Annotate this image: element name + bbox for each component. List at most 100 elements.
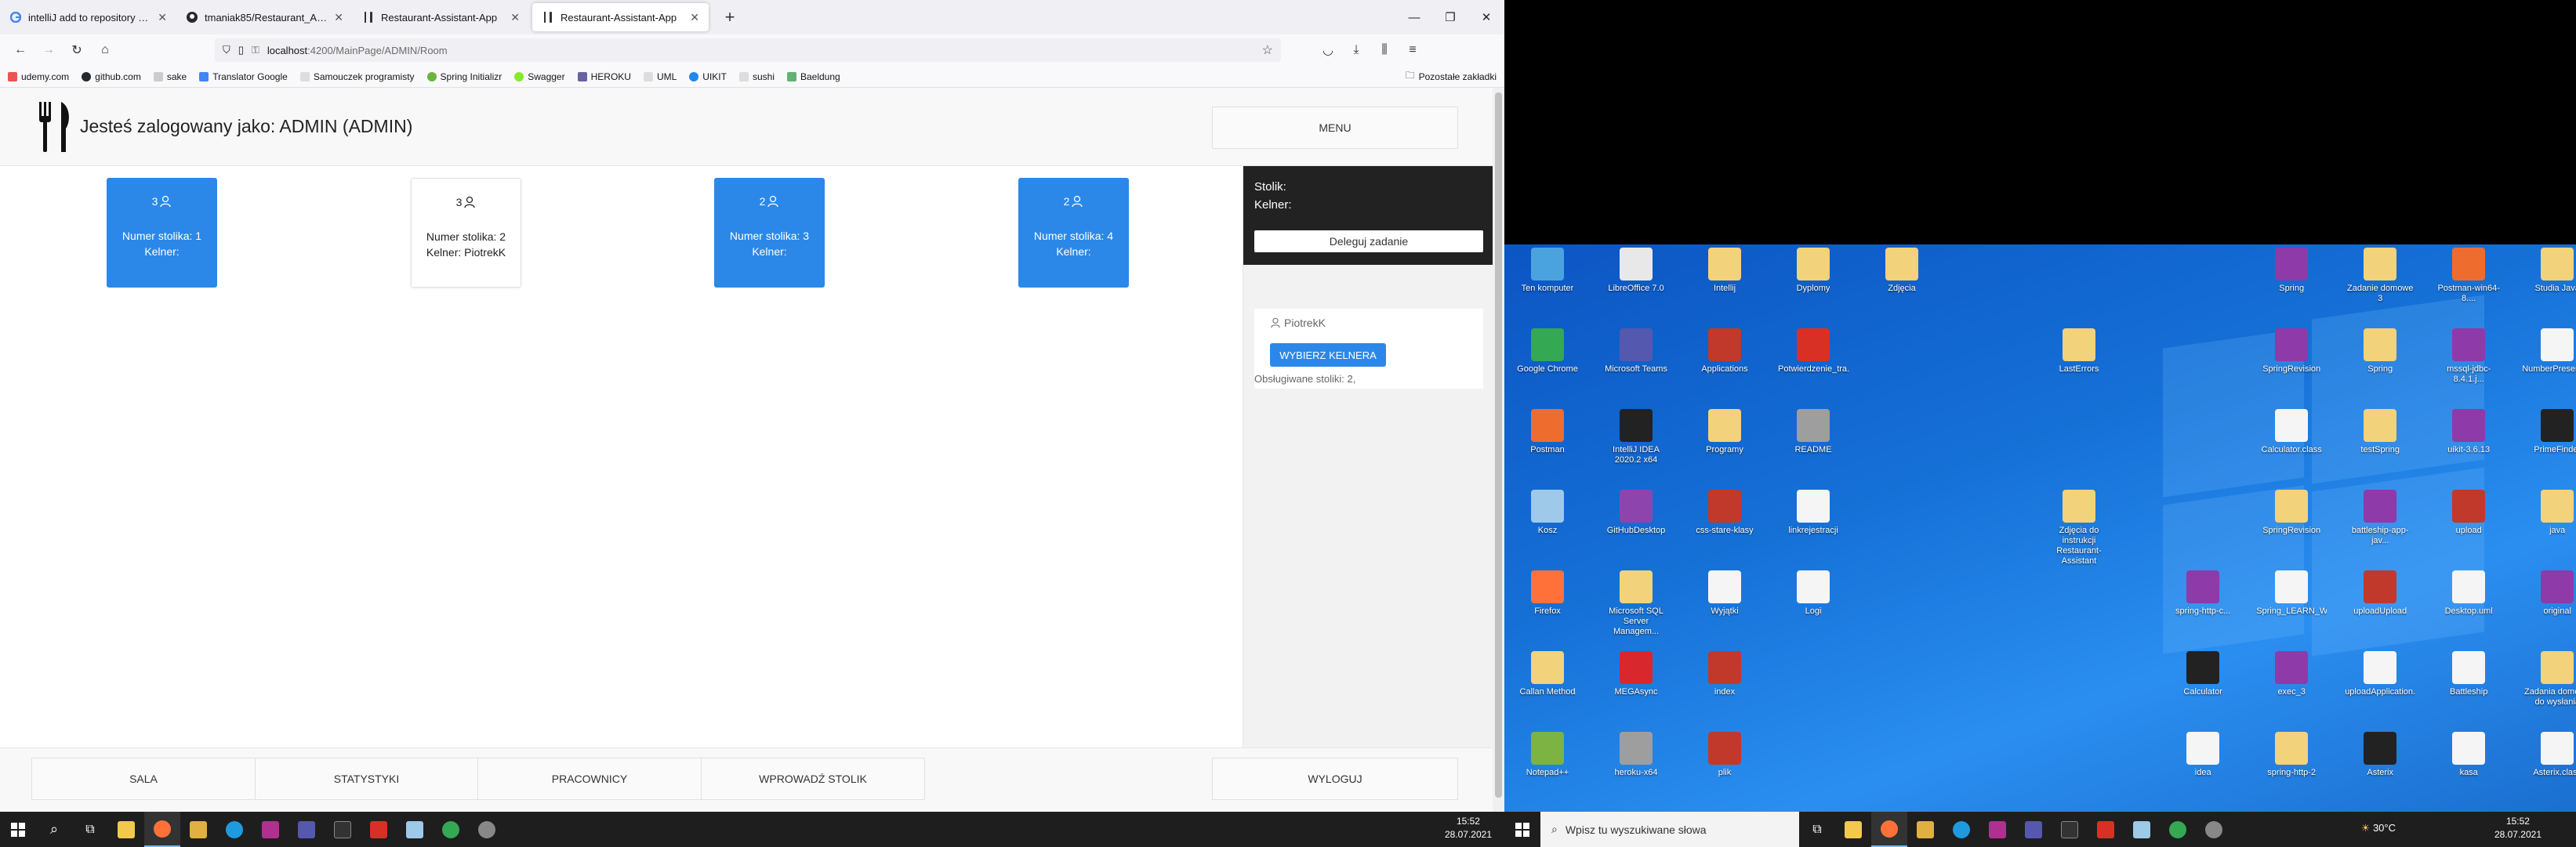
edge-icon[interactable]	[1943, 812, 1979, 847]
desktop-icon[interactable]: Zadania domowe do wysłania	[2522, 651, 2576, 708]
table-card-3[interactable]: 2 Numer stolika: 3 Kelner:	[714, 178, 825, 288]
tab-3[interactable]: Restaurant-Assistant-App ✕	[353, 0, 529, 34]
settings-icon[interactable]	[2196, 812, 2232, 847]
desktop-icon[interactable]: Microsoft Teams	[1601, 328, 1671, 375]
desktop-icon[interactable]: Calculator	[2168, 651, 2238, 697]
download-icon[interactable]: ⤓	[1344, 38, 1369, 63]
tab-4-active[interactable]: Restaurant-Assistant-App ✕	[532, 3, 709, 31]
desktop-icon[interactable]: Potwierdzenie_tra...	[1778, 328, 1849, 375]
library-icon[interactable]: ⫼	[1372, 38, 1397, 63]
bookmark-udemy[interactable]: udemy.com	[8, 71, 69, 82]
desktop-icon[interactable]: mssql-jdbc-8.4.1.j...	[2433, 328, 2504, 385]
bookmark-sake[interactable]: sake	[153, 71, 187, 82]
desktop-icon[interactable]: PrimeFinder	[2522, 409, 2576, 455]
close-window-icon[interactable]: ✕	[1468, 0, 1504, 34]
teams-icon[interactable]	[2015, 812, 2052, 847]
desktop-icon[interactable]: Spring_LEARN_Wik...	[2256, 570, 2327, 617]
desktop-icon[interactable]: heroku-x64	[1601, 732, 1671, 778]
taskbar-clock[interactable]: 15:52 28.07.2021	[2494, 815, 2542, 842]
desktop-icon[interactable]: Kosz	[1512, 490, 1583, 536]
bookmark-translator[interactable]: Translator Google	[199, 71, 288, 82]
desktop-icon[interactable]: Microsoft SQL Server Managem...	[1601, 570, 1671, 637]
desktop-icon[interactable]: Programy	[1689, 409, 1760, 455]
intellij-icon[interactable]	[1979, 812, 2015, 847]
minimize-icon[interactable]: —	[1396, 0, 1432, 34]
pdf-icon[interactable]	[2088, 812, 2124, 847]
edge-icon[interactable]	[216, 812, 252, 847]
desktop-icon[interactable]: java	[2522, 490, 2576, 536]
url-bar[interactable]: ⛉ ▯ ⚿ localhost:4200/MainPage/ADMIN/Room…	[215, 38, 1281, 62]
desktop-icon[interactable]: Dyplomy	[1778, 248, 1849, 294]
desktop-icon[interactable]: Logi	[1778, 570, 1849, 617]
desktop-icon[interactable]: uploadApplication....	[2345, 651, 2415, 697]
table-card-2[interactable]: 3 Numer stolika: 2 Kelner: PiotrekK	[411, 178, 521, 288]
close-icon[interactable]: ✕	[690, 11, 699, 24]
desktop-icon[interactable]: battleship-app-jav...	[2345, 490, 2415, 546]
tab-2[interactable]: tmaniak85/Restaurant_Assistan ✕	[176, 0, 353, 34]
task-view-icon[interactable]: ⧉	[72, 812, 108, 847]
settings-icon[interactable]	[469, 812, 505, 847]
desktop-icon[interactable]: MEGAsync	[1601, 651, 1671, 697]
shield-icon[interactable]: ⛉	[223, 44, 230, 56]
desktop-icon[interactable]: SpringRevision	[2256, 328, 2327, 375]
windows-start-icon[interactable]	[0, 812, 36, 847]
bookmark-spring-initializr[interactable]: Spring Initializr	[426, 71, 502, 82]
desktop-icon[interactable]: spring-http-2	[2256, 732, 2327, 778]
employees-button[interactable]: PRACOWNICY	[477, 758, 702, 800]
close-icon[interactable]: ✕	[510, 11, 520, 24]
desktop-icon[interactable]: SpringRevision	[2256, 490, 2327, 536]
file-explorer-icon[interactable]	[1835, 812, 1871, 847]
desktop-icon[interactable]: Spring	[2256, 248, 2327, 294]
home-icon[interactable]: ⌂	[93, 38, 118, 63]
winrar-icon[interactable]	[1907, 812, 1943, 847]
desktop-icon[interactable]: Notepad++	[1512, 732, 1583, 778]
desktop-icon[interactable]: testSpring	[2345, 409, 2415, 455]
back-icon[interactable]: ←	[8, 38, 33, 63]
desktop-icon[interactable]: Intellij	[1689, 248, 1760, 294]
desktop-icon[interactable]: spring-http-c...	[2168, 570, 2238, 617]
tab-1[interactable]: intelliJ add to repository ctrl - S ✕	[0, 0, 176, 34]
bookmark-heroku[interactable]: HEROKU	[577, 71, 631, 82]
delegate-task-button[interactable]: Deleguj zadanie	[1254, 230, 1483, 252]
windows-start-icon[interactable]	[1504, 812, 1540, 847]
taskbar-clock[interactable]: 15:52 28.07.2021	[1445, 815, 1492, 842]
desktop-icon[interactable]: Zadanie domowe 3	[2345, 248, 2415, 304]
hamburger-menu-icon[interactable]: ≡	[1400, 38, 1425, 63]
weather-widget[interactable]: ☀ 30°C	[2361, 822, 2396, 834]
reload-icon[interactable]: ↻	[64, 38, 89, 63]
desktop-icon[interactable]: original	[2522, 570, 2576, 617]
logout-button[interactable]: WYLOGUJ	[1212, 758, 1458, 800]
notepad-icon[interactable]	[2124, 812, 2160, 847]
desktop-icon[interactable]: Spring	[2345, 328, 2415, 375]
firefox-icon[interactable]	[1871, 812, 1907, 847]
scrollbar[interactable]	[1493, 88, 1504, 812]
desktop-icon[interactable]: GitHubDesktop	[1601, 490, 1671, 536]
choose-waiter-button[interactable]: WYBIERZ KELNERA	[1270, 343, 1386, 367]
bookmark-samouczek[interactable]: Samouczek programisty	[299, 71, 415, 82]
desktop-icon[interactable]: Calculator.class	[2256, 409, 2327, 455]
desktop-icon[interactable]: exec_3	[2256, 651, 2327, 697]
desktop-icon[interactable]: Postman	[1512, 409, 1583, 455]
pdf-icon[interactable]	[361, 812, 397, 847]
desktop-icon[interactable]: Applications	[1689, 328, 1760, 375]
desktop-icon[interactable]: NumberPresenter....	[2522, 328, 2576, 375]
menu-button[interactable]: MENU	[1212, 107, 1458, 149]
pocket-icon[interactable]: ◡	[1315, 38, 1341, 63]
sala-button[interactable]: SALA	[31, 758, 256, 800]
desktop-icon[interactable]: README	[1778, 409, 1849, 455]
desktop-icon[interactable]: LastErrors	[2044, 328, 2114, 375]
desktop-icon[interactable]: upload	[2433, 490, 2504, 536]
statistics-button[interactable]: STATYSTYKI	[255, 758, 478, 800]
scrollbar-thumb[interactable]	[1495, 92, 1502, 798]
desktop-icon[interactable]: Wyjątki	[1689, 570, 1760, 617]
bookmark-swagger[interactable]: Swagger	[514, 71, 565, 82]
desktop-icon[interactable]: Battleship	[2433, 651, 2504, 697]
notepad-icon[interactable]	[397, 812, 433, 847]
desktop-icon[interactable]: plik	[1689, 732, 1760, 778]
bookmark-uml[interactable]: UML	[643, 71, 677, 82]
desktop-icon[interactable]: Studia Java	[2522, 248, 2576, 294]
desktop-icon[interactable]: Asterix	[2345, 732, 2415, 778]
close-icon[interactable]: ✕	[334, 11, 343, 24]
close-icon[interactable]: ✕	[158, 11, 167, 24]
chrome-icon[interactable]	[433, 812, 469, 847]
